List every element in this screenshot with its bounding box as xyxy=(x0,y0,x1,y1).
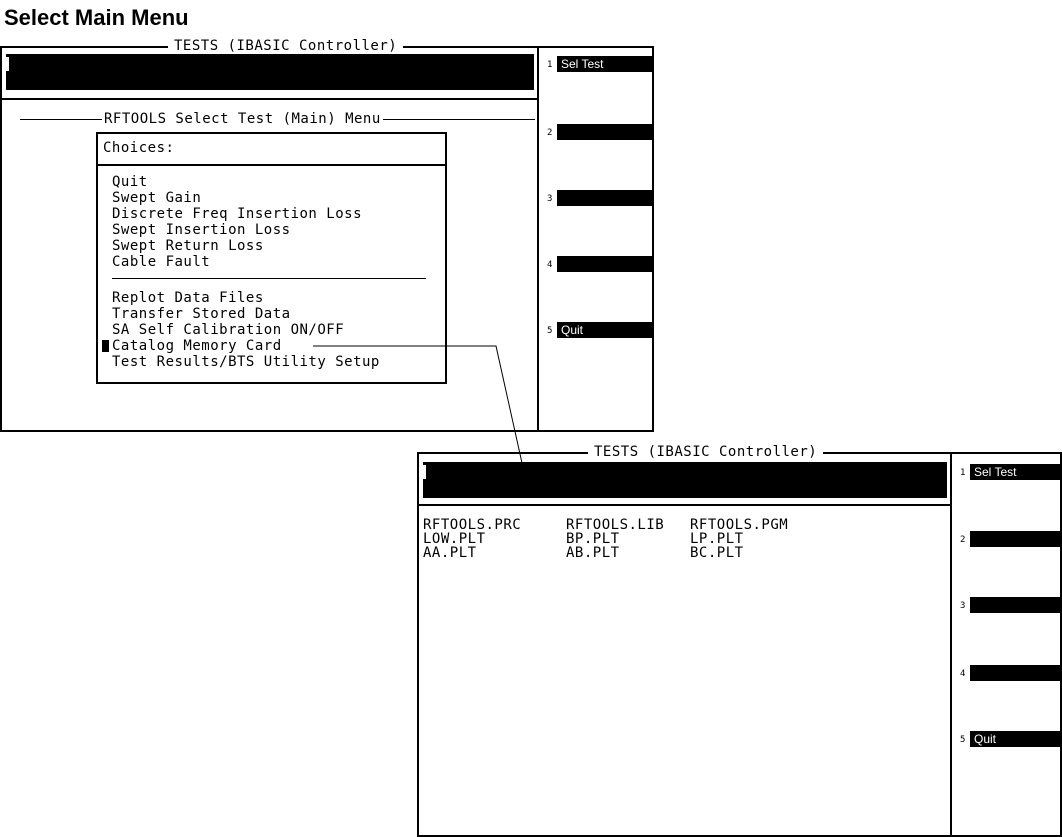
callout-leader-line xyxy=(313,345,523,464)
